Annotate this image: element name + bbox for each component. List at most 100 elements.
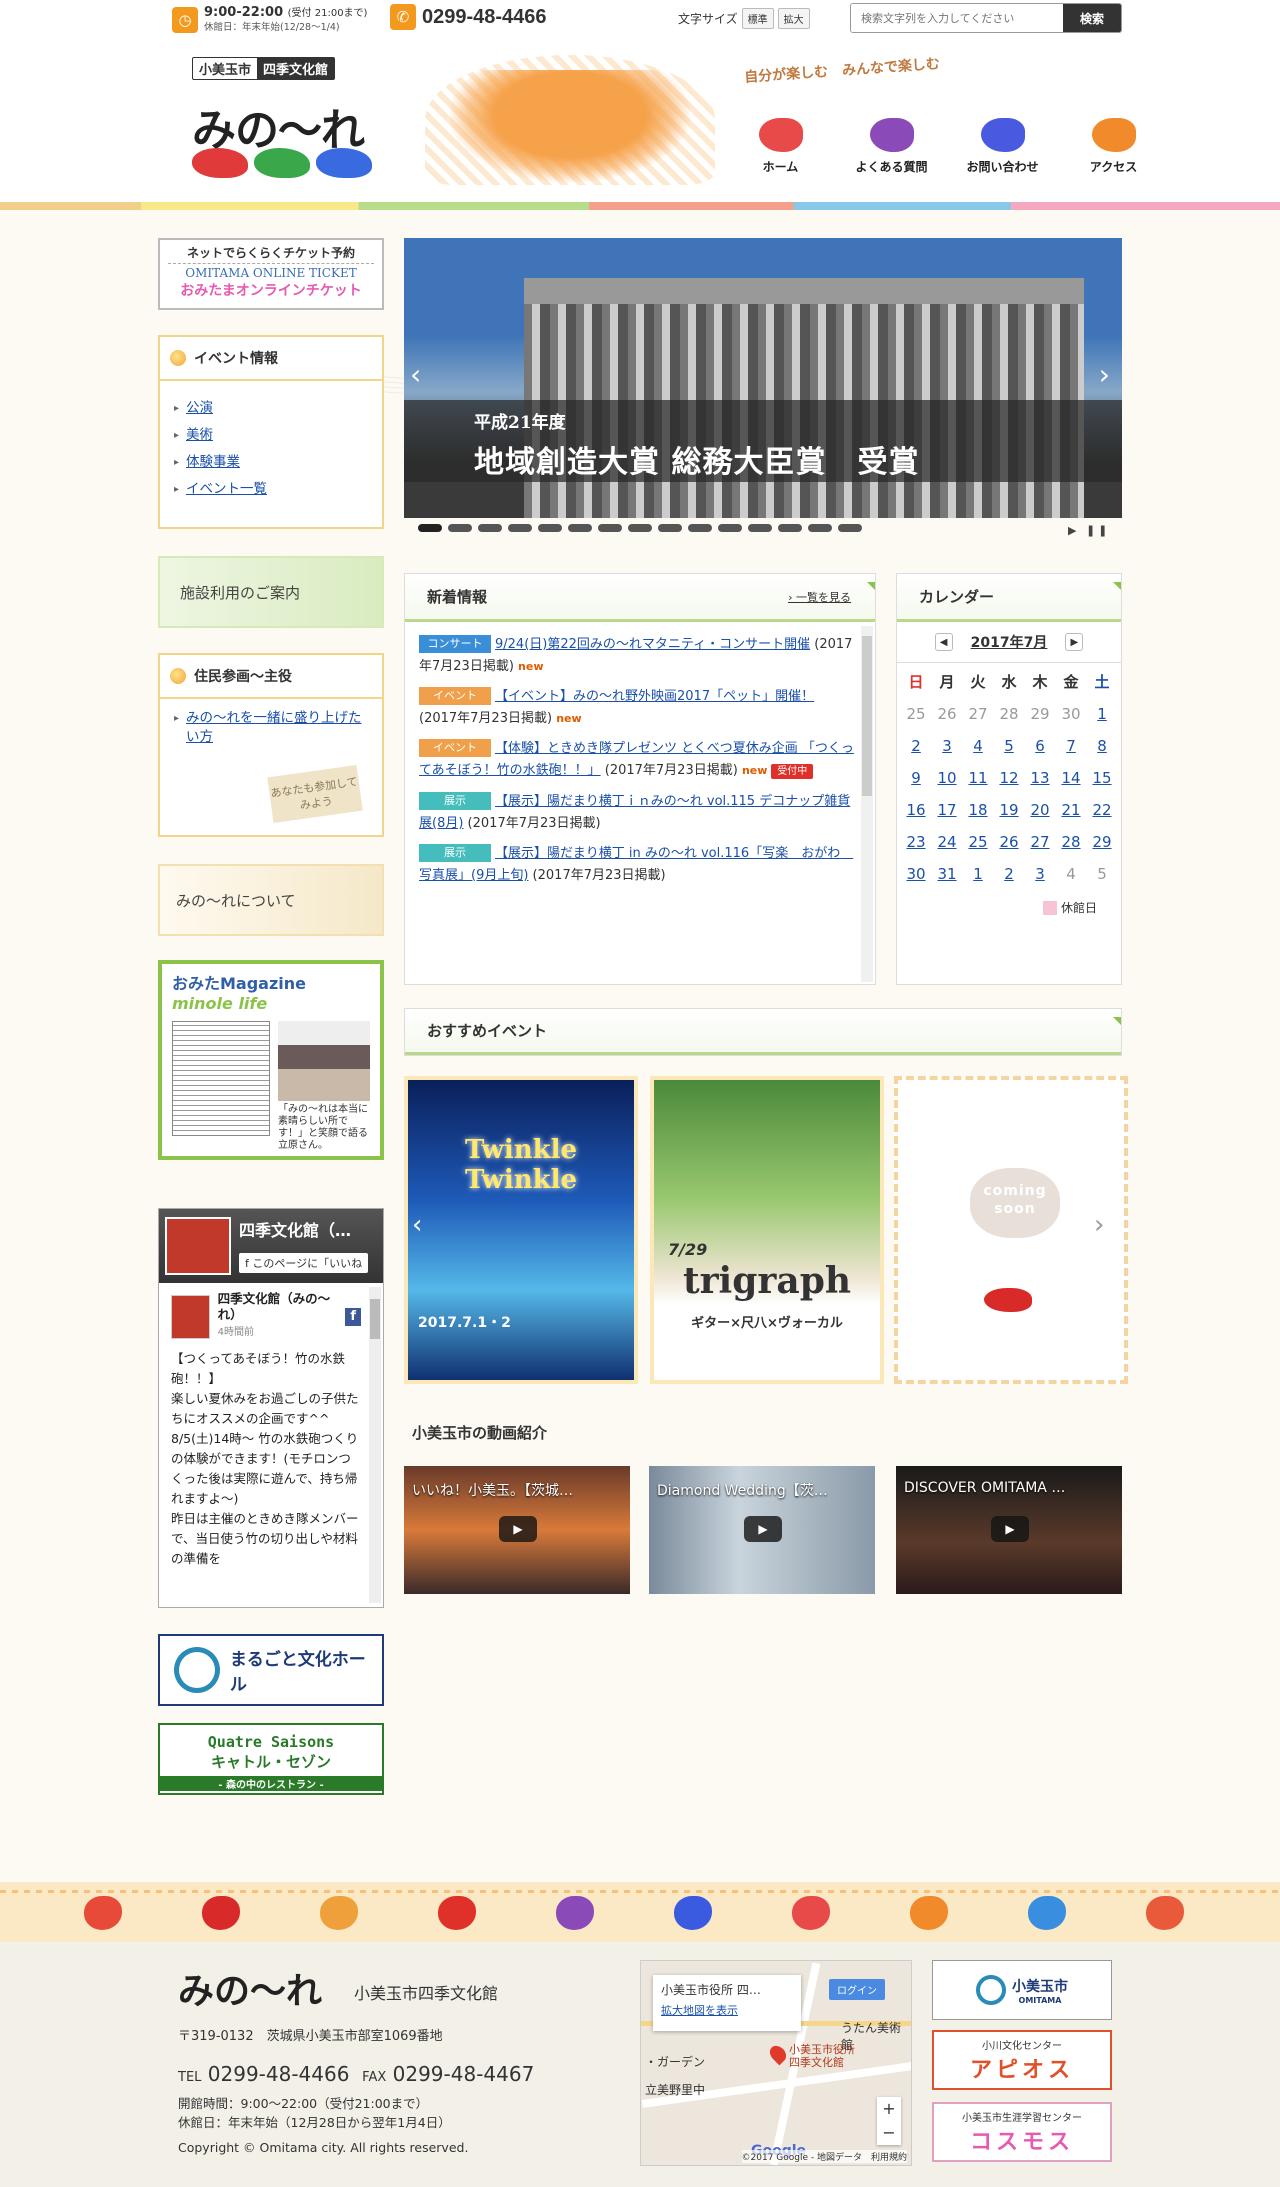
search-input[interactable] (851, 4, 1063, 32)
event-link-workshop[interactable]: 体験事業 (186, 454, 240, 470)
slider-dot[interactable] (478, 524, 502, 532)
slider-prev-icon[interactable]: ‹ (410, 358, 421, 391)
event-card-trigraph[interactable]: 7/29 trigraph ギター×尺八×ヴォーカル (650, 1076, 884, 1384)
slider-dot[interactable] (658, 524, 682, 532)
nav-contact[interactable]: お問い合わせ (947, 118, 1058, 175)
map-enlarge-link[interactable]: 拡大地図を表示 (661, 2002, 793, 2018)
calendar-day[interactable]: 5 (994, 733, 1025, 759)
online-ticket-banner[interactable]: ネットでらくらくチケット予約 OMITAMA ONLINE TICKET おみた… (158, 238, 384, 310)
calendar-day[interactable]: 1 (1087, 701, 1118, 727)
video-thumbnail[interactable]: Diamond Wedding【茨… ▶ (649, 1466, 875, 1594)
calendar-day[interactable]: 23 (901, 829, 932, 855)
facility-guide-banner[interactable]: 施設利用のご案内 (158, 556, 384, 628)
calendar-day[interactable]: 24 (932, 829, 963, 855)
about-banner[interactable]: みの～れについて (158, 864, 384, 936)
calendar-day[interactable]: 6 (1025, 733, 1056, 759)
carousel-next-icon[interactable]: › (1094, 1210, 1104, 1240)
slider-play-pause[interactable]: ▶ ❚❚ (1068, 524, 1110, 537)
calendar-day[interactable]: 31 (932, 861, 963, 887)
calendar-day[interactable]: 16 (901, 797, 932, 823)
calendar-day[interactable]: 17 (932, 797, 963, 823)
calendar-day[interactable]: 8 (1087, 733, 1118, 759)
calendar-day[interactable]: 28 (1056, 829, 1087, 855)
calendar-day[interactable]: 29 (1087, 829, 1118, 855)
calendar-day[interactable]: 26 (994, 829, 1025, 855)
font-standard-button[interactable]: 標準 (741, 8, 774, 29)
calendar-prev-icon[interactable]: ◀ (934, 633, 953, 651)
news-link[interactable]: 9/24(日)第22回みの～れマタニティ・コンサート開催 (495, 637, 810, 652)
apios-banner[interactable]: 小川文化センター アピオス (932, 2030, 1112, 2090)
slider-dot[interactable] (598, 524, 622, 532)
calendar-day[interactable]: 20 (1025, 797, 1056, 823)
calendar-day[interactable]: 18 (963, 797, 994, 823)
calendar-day[interactable]: 11 (963, 765, 994, 791)
news-more-link[interactable]: › 一覧を見る (788, 589, 851, 605)
event-card-twinkle[interactable]: Twinkle Twinkle 2017.7.1・2 (404, 1076, 638, 1384)
event-link-performance[interactable]: 公演 (186, 400, 213, 416)
event-link-all[interactable]: イベント一覧 (186, 481, 267, 497)
calendar-day[interactable]: 19 (994, 797, 1025, 823)
newspaper-image (172, 1021, 270, 1136)
calendar-day[interactable]: 9 (901, 765, 932, 791)
facebook-post-author[interactable]: 四季文化館（みの～れ） (218, 1291, 338, 1323)
news-link[interactable]: 【イベント】みの～れ野外映画2017「ペット」開催！ (495, 689, 814, 704)
facebook-scrollbar[interactable] (369, 1287, 381, 1603)
slider-dot[interactable] (448, 524, 472, 532)
map-zoom-control[interactable]: + − (877, 2097, 901, 2145)
slider-dot[interactable] (508, 524, 532, 532)
calendar-day[interactable]: 27 (1025, 829, 1056, 855)
calendar-day[interactable]: 22 (1087, 797, 1118, 823)
calendar-day[interactable]: 14 (1056, 765, 1087, 791)
footer-logo[interactable]: みの～れ (178, 1962, 322, 2014)
facebook-page-name[interactable]: 四季文化館（… (239, 1217, 375, 1241)
city-banner[interactable]: 小美玉市 OMITAMA (932, 1960, 1112, 2020)
nav-access[interactable]: アクセス (1058, 118, 1169, 175)
slider-dot[interactable] (838, 524, 862, 532)
slider-dot[interactable] (538, 524, 562, 532)
slider-next-icon[interactable]: › (1099, 358, 1110, 391)
calendar-weekday: 火 (970, 673, 986, 691)
calendar-day[interactable]: 2 (901, 733, 932, 759)
event-link-art[interactable]: 美術 (186, 427, 213, 443)
carousel-prev-icon[interactable]: ‹ (412, 1210, 422, 1240)
slider-dot[interactable] (808, 524, 832, 532)
video-thumbnail[interactable]: DISCOVER OMITAMA … ▶ (896, 1466, 1122, 1594)
marugoto-banner[interactable]: まるごと文化ホール (158, 1634, 384, 1706)
calendar-day[interactable]: 21 (1056, 797, 1087, 823)
slider-dot[interactable] (718, 524, 742, 532)
cosmos-banner[interactable]: 小美玉市生涯学習センター コスモス (932, 2102, 1112, 2162)
calendar-next-icon[interactable]: ▶ (1065, 633, 1084, 651)
nav-faq[interactable]: よくある質問 (836, 118, 947, 175)
calendar-day[interactable]: 10 (932, 765, 963, 791)
slider-dot[interactable] (418, 524, 442, 532)
participation-link[interactable]: みの～れを一緒に盛り上げたい方 (186, 710, 362, 745)
slider-dot[interactable] (688, 524, 712, 532)
calendar-day[interactable]: 25 (963, 829, 994, 855)
calendar-day[interactable]: 1 (963, 861, 994, 887)
facebook-like-button[interactable]: f このページに「いいね (239, 1253, 369, 1273)
calendar-day[interactable]: 12 (994, 765, 1025, 791)
slider-dot[interactable] (778, 524, 802, 532)
search-button[interactable]: 検索 (1063, 4, 1121, 32)
nav-home[interactable]: ホーム (725, 118, 836, 175)
news-scrollbar[interactable] (861, 626, 873, 982)
restaurant-banner[interactable]: Quatre Saisons キャトル・セゾン - 森の中のレストラン - (158, 1723, 384, 1795)
calendar-day[interactable]: 30 (901, 861, 932, 887)
event-card-coming-soon[interactable]: coming soon (894, 1076, 1128, 1384)
map-login-button[interactable]: ログイン (829, 1979, 885, 2000)
magazine-banner[interactable]: おみたMagazine minole life 「みの～れは本当に素晴らしい所で… (158, 960, 384, 1160)
calendar-day[interactable]: 3 (1025, 861, 1056, 887)
calendar-day[interactable]: 2 (994, 861, 1025, 887)
slider-dot[interactable] (628, 524, 652, 532)
calendar-day[interactable]: 4 (963, 733, 994, 759)
slider-dot[interactable] (748, 524, 772, 532)
map-credit[interactable]: ©2017 Google - 地図データ 利用規約 (741, 2150, 907, 2163)
google-map[interactable]: 小美玉市役所 四… 拡大地図を表示 ログイン 小美玉市役所 四季文化館 うたん美… (640, 1960, 912, 2166)
calendar-day[interactable]: 3 (932, 733, 963, 759)
calendar-day[interactable]: 15 (1087, 765, 1118, 791)
calendar-day[interactable]: 7 (1056, 733, 1087, 759)
font-large-button[interactable]: 拡大 (777, 8, 810, 29)
calendar-day[interactable]: 13 (1025, 765, 1056, 791)
slider-dot[interactable] (568, 524, 592, 532)
video-thumbnail[interactable]: いいね！小美玉。【茨城… ▶ (404, 1466, 630, 1594)
